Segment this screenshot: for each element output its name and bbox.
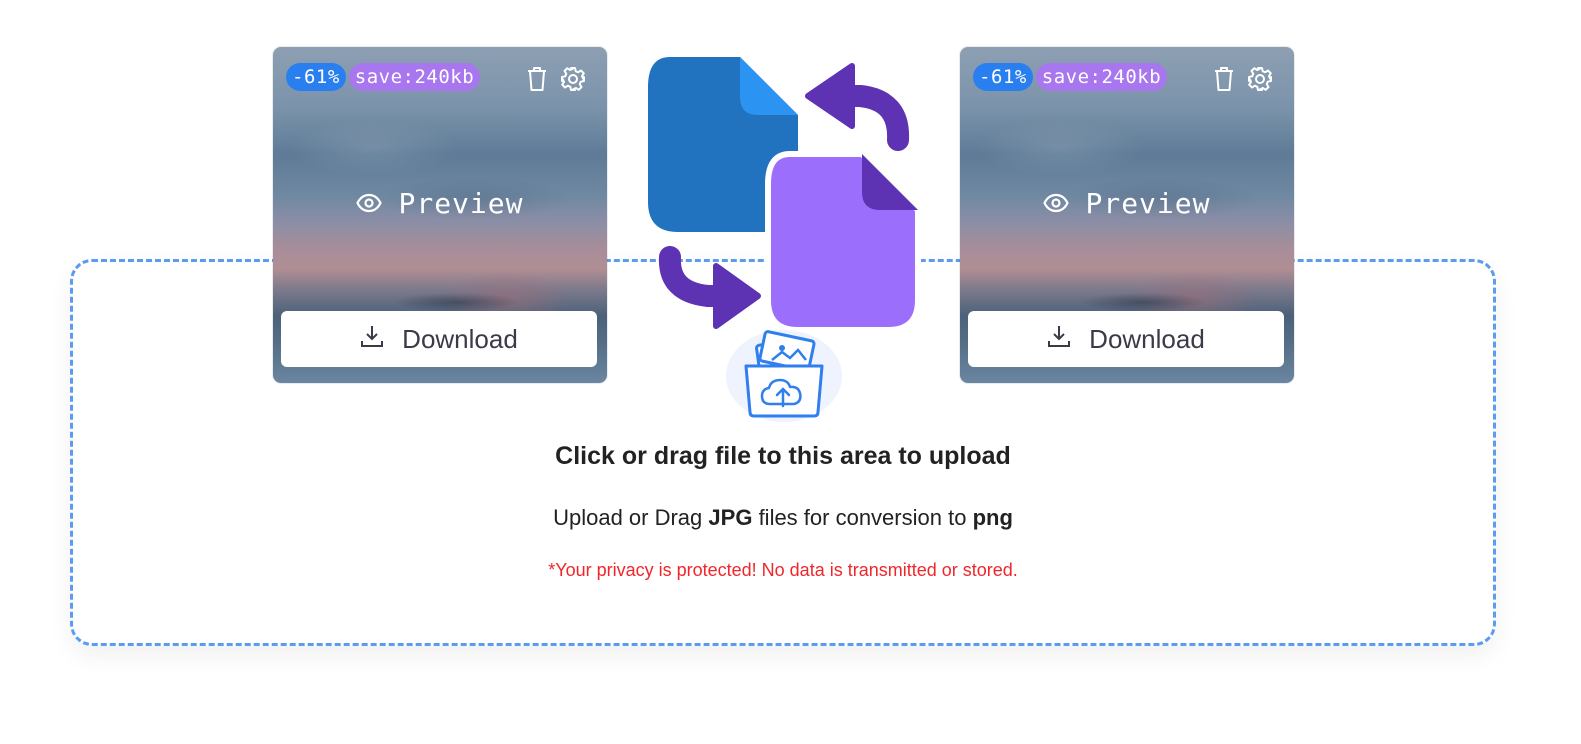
trash-icon[interactable] [1210,65,1238,93]
upload-subtitle: Upload or Drag JPG files for conversion … [0,505,1566,531]
reduction-badge: -61% [286,63,346,91]
download-label: Download [1089,323,1205,354]
download-icon [1047,324,1071,355]
subtitle-prefix: Upload or Drag [553,505,703,530]
gear-icon[interactable] [559,65,587,93]
preview-button[interactable]: Preview [960,187,1294,220]
file-conversion-icon [648,57,921,333]
preview-card-right: -61% save:240kb Preview Download [960,47,1294,383]
download-icon [360,324,384,355]
preview-label: Preview [398,187,524,220]
privacy-note: *Your privacy is protected! No data is t… [548,560,1018,580]
target-format: png [972,505,1013,530]
subtitle-middle: files for conversion to [758,505,967,530]
savings-badge: save:240kb [348,63,481,91]
upload-page: -61% save:240kb Preview Download -61% sa… [0,0,1581,744]
reduction-badge: -61% [973,63,1033,91]
download-label: Download [402,323,518,354]
download-button[interactable]: Download [968,311,1284,367]
badge-row: -61% save:240kb [286,63,481,91]
eye-icon [1043,187,1070,220]
savings-badge: save:240kb [1035,63,1168,91]
gear-icon[interactable] [1246,65,1274,93]
download-button[interactable]: Download [281,311,597,367]
preview-button[interactable]: Preview [273,187,607,220]
upload-folder-icon [726,330,842,422]
eye-icon [356,187,383,220]
source-format: JPG [708,505,753,530]
preview-card-left: -61% save:240kb Preview Download [273,47,607,383]
badge-row: -61% save:240kb [973,63,1168,91]
preview-label: Preview [1085,187,1211,220]
trash-icon[interactable] [523,65,551,93]
upload-title: Click or drag file to this area to uploa… [555,442,1011,470]
